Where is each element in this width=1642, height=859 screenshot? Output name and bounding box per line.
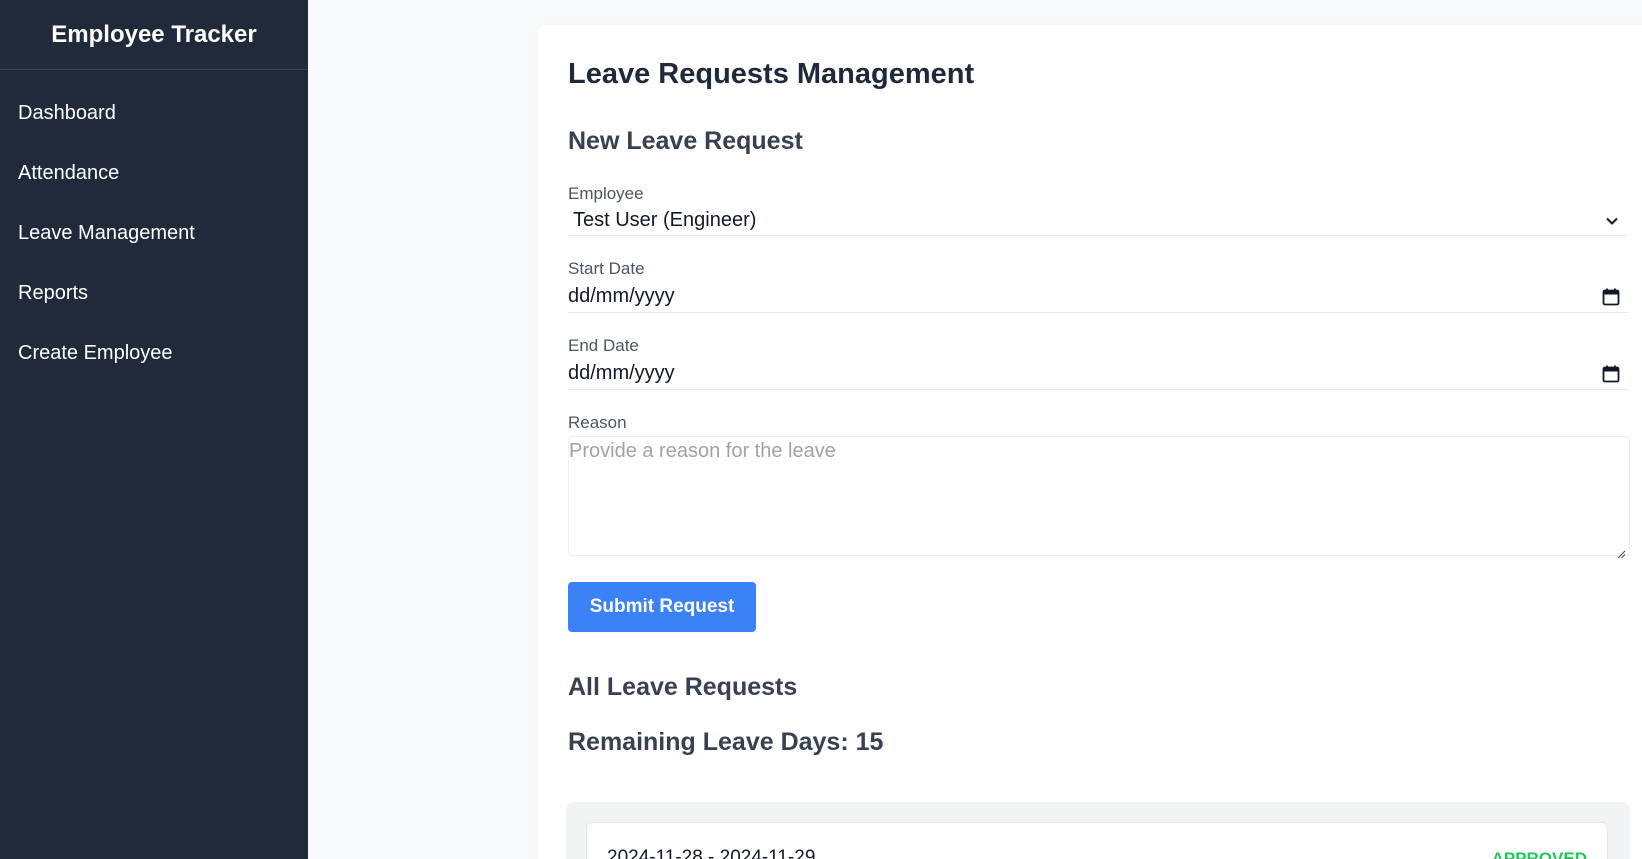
sidebar-item-create-employee[interactable]: Create Employee [0, 323, 308, 383]
list-item[interactable]: 2024-11-28 - 2024-11-29 APPROVED [586, 822, 1608, 859]
calendar-icon[interactable] [1602, 365, 1620, 383]
form-heading: New Leave Request [568, 127, 803, 155]
employee-label: Employee [568, 184, 644, 203]
end-date-field[interactable]: dd/mm/yyyy [568, 358, 1628, 390]
remaining-leave-days: Remaining Leave Days: 15 [568, 728, 884, 756]
request-dates: 2024-11-28 - 2024-11-29 [607, 847, 816, 859]
requests-heading: All Leave Requests [568, 673, 798, 701]
app-brand: Employee Tracker [0, 0, 308, 70]
employee-select[interactable]: Test User (Engineer) [568, 206, 1628, 236]
sidebar-item-label: Create Employee [18, 341, 173, 364]
sidebar-nav: Dashboard Attendance Leave Management Re… [0, 70, 308, 383]
sidebar: Employee Tracker Dashboard Attendance Le… [0, 0, 308, 859]
start-date-value: dd/mm/yyyy [568, 285, 675, 307]
sidebar-item-label: Dashboard [18, 101, 116, 124]
chevron-down-icon [1602, 211, 1622, 231]
sidebar-item-label: Reports [18, 281, 89, 304]
start-date-label: Start Date [568, 259, 645, 278]
employee-select-value: Test User (Engineer) [573, 209, 757, 231]
start-date-field[interactable]: dd/mm/yyyy [568, 281, 1628, 313]
sidebar-item-reports[interactable]: Reports [0, 263, 308, 323]
submit-request-button[interactable]: Submit Request [568, 582, 756, 632]
sidebar-item-attendance[interactable]: Attendance [0, 143, 308, 203]
reason-placeholder: Provide a reason for the leave [569, 440, 836, 462]
resize-handle-icon[interactable] [1616, 542, 1626, 559]
end-date-value: dd/mm/yyyy [568, 362, 675, 384]
sidebar-item-dashboard[interactable]: Dashboard [0, 83, 308, 143]
reason-label: Reason [568, 413, 627, 432]
sidebar-item-leave-management[interactable]: Leave Management [0, 203, 308, 263]
calendar-icon[interactable] [1602, 288, 1620, 306]
status-badge: APPROVED [1491, 849, 1587, 859]
sidebar-item-label: Attendance [18, 161, 120, 184]
sidebar-item-label: Leave Management [18, 221, 195, 244]
reason-textarea[interactable]: Provide a reason for the leave [568, 436, 1630, 559]
end-date-label: End Date [568, 336, 639, 355]
page-title: Leave Requests Management [568, 58, 975, 90]
